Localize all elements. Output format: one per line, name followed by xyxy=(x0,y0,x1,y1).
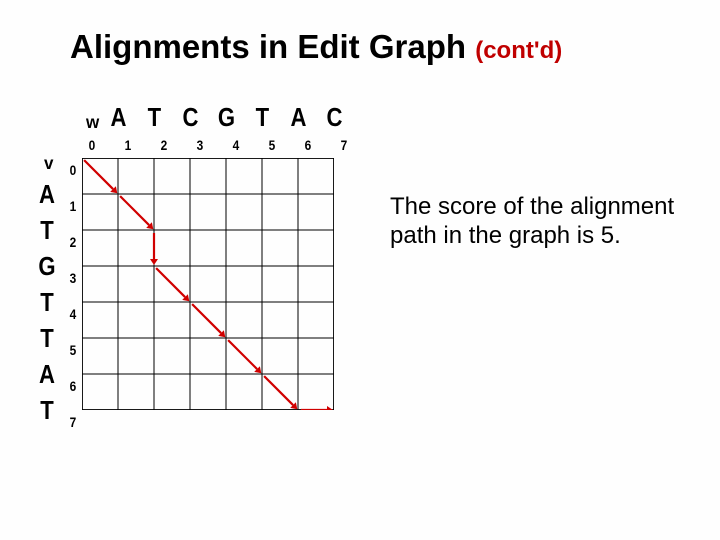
v-index: 5 xyxy=(65,332,80,368)
w-letter: C xyxy=(175,102,206,133)
v-index-col: 01234567 xyxy=(64,152,82,440)
v-letter: A xyxy=(37,356,57,392)
v-index: 7 xyxy=(65,404,80,440)
w-letter: T xyxy=(139,102,170,133)
w-index: 7 xyxy=(329,137,360,153)
w-letter: C xyxy=(319,102,350,133)
w-index: 0 xyxy=(77,137,108,153)
w-index: 5 xyxy=(257,137,288,153)
v-index: 4 xyxy=(65,296,80,332)
w-letter: A xyxy=(283,102,314,133)
grid-outer-border xyxy=(82,158,334,410)
w-index: 2 xyxy=(149,137,180,153)
grid-svg xyxy=(82,158,334,410)
slide-title: Alignments in Edit Graph (cont'd) xyxy=(70,28,562,66)
w-index: 1 xyxy=(113,137,144,153)
w-index-row: 01234567 xyxy=(74,137,362,153)
v-sequence-col: ATGTTAT xyxy=(35,176,59,428)
grid-lines xyxy=(82,158,334,410)
title-sub: (cont'd) xyxy=(475,37,562,64)
edit-graph-diagram: w v ATCGTAC 01234567 ATGTTAT 01234567 xyxy=(50,110,350,450)
v-index: 1 xyxy=(65,188,80,224)
grid-container xyxy=(82,158,334,410)
v-letter: T xyxy=(37,284,57,320)
alignment-arrows xyxy=(84,160,333,410)
axis-v-label: v xyxy=(44,154,53,175)
v-index: 3 xyxy=(65,260,80,296)
v-letter: T xyxy=(37,212,57,248)
v-index: 6 xyxy=(65,368,80,404)
w-index: 4 xyxy=(221,137,252,153)
v-letter: T xyxy=(37,320,57,356)
description-text: The score of the alignment path in the g… xyxy=(390,192,680,251)
v-index: 0 xyxy=(65,152,80,188)
w-letter: G xyxy=(211,102,242,133)
w-letter: T xyxy=(247,102,278,133)
w-index: 6 xyxy=(293,137,324,153)
v-letter: A xyxy=(37,176,57,212)
v-index: 2 xyxy=(65,224,80,260)
w-index: 3 xyxy=(185,137,216,153)
w-sequence-row: ATCGTAC xyxy=(100,102,352,133)
w-letter: A xyxy=(103,102,134,133)
title-main: Alignments in Edit Graph xyxy=(70,28,466,65)
v-letter: T xyxy=(37,392,57,428)
v-letter: G xyxy=(37,248,57,284)
axis-w-label: w xyxy=(86,113,99,134)
